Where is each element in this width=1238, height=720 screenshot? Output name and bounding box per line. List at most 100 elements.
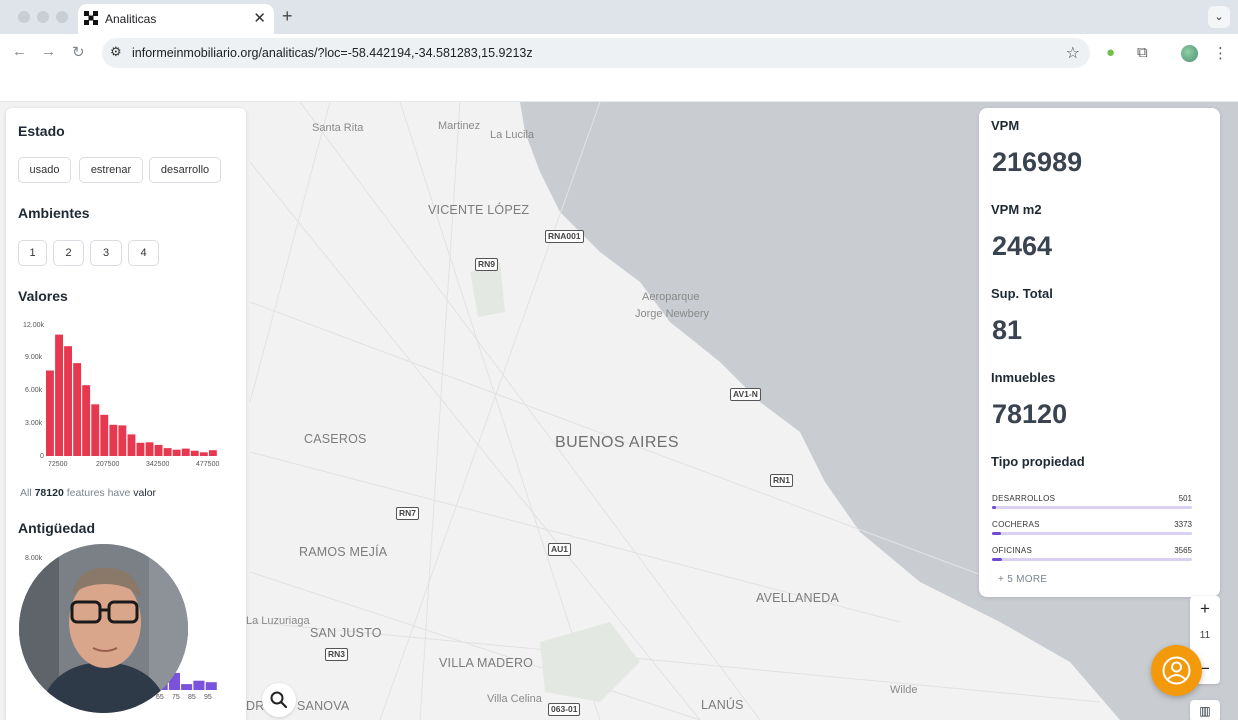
histogram-bar[interactable] xyxy=(205,682,217,690)
histogram-bar[interactable] xyxy=(100,414,109,456)
url-text[interactable]: informeinmobiliario.org/analiticas/?loc=… xyxy=(132,46,533,60)
place-label: BUENOS AIRES xyxy=(555,434,679,451)
sup-total-label: Sup. Total xyxy=(991,286,1053,301)
histogram-bar[interactable] xyxy=(55,334,63,456)
tab-search-chevron-icon[interactable]: ⌄ xyxy=(1208,6,1230,28)
place-label: RAMOS MEJÍA xyxy=(299,545,388,559)
profile-avatar[interactable] xyxy=(1181,45,1198,62)
histogram-bar[interactable] xyxy=(109,424,118,456)
histogram-bar[interactable] xyxy=(82,385,91,456)
ptype-row-cocheras[interactable]: COCHERAS 3373 xyxy=(992,520,1192,546)
place-label: Santa Rita xyxy=(312,122,364,134)
show-more-link[interactable]: + 5 MORE xyxy=(998,574,1047,585)
new-tab-button[interactable]: + xyxy=(282,6,293,27)
antiguedad-x-tick: 95 xyxy=(204,694,212,701)
ptype-count: 3373 xyxy=(1174,520,1192,529)
ptype-row-desarrollos[interactable]: DESARROLLOS 501 xyxy=(992,494,1192,520)
place-label: SANOVA xyxy=(297,699,350,713)
histogram-bar[interactable] xyxy=(64,346,72,456)
valores-y-tick: 12.00k xyxy=(23,322,45,329)
histogram-bar[interactable] xyxy=(199,452,208,456)
estado-estrenar-chip[interactable]: estrenar xyxy=(79,157,143,183)
map-layers-icon[interactable]: ▥ xyxy=(1190,700,1220,720)
valores-x-tick: 207500 xyxy=(96,461,120,468)
road-shield: AU1 xyxy=(548,543,572,556)
place-label: VICENTE LÓPEZ xyxy=(428,203,530,217)
ptype-bar-fill xyxy=(992,532,1001,535)
place-label: La Lucila xyxy=(490,129,535,141)
place-label: Aeroparque xyxy=(642,291,700,303)
note-prefix: All xyxy=(20,487,32,499)
reload-icon[interactable]: ↻ xyxy=(72,43,85,61)
forward-arrow-icon[interactable]: → xyxy=(41,43,56,60)
tab-close-icon[interactable]: ✕ xyxy=(253,9,266,27)
estado-usado-chip[interactable]: usado xyxy=(18,157,71,183)
ambientes-2-chip[interactable]: 2 xyxy=(53,240,84,266)
valores-features-note: All 78120 features have valor xyxy=(20,487,156,499)
browser-menu-icon[interactable]: ⋮ xyxy=(1213,44,1228,62)
place-label: LANÚS xyxy=(701,698,744,712)
ptype-row-oficinas[interactable]: OFICINAS 3565 xyxy=(992,546,1192,572)
histogram-bar[interactable] xyxy=(190,450,199,456)
map-search-button[interactable] xyxy=(262,683,296,717)
histogram-bar[interactable] xyxy=(118,425,127,456)
address-bar[interactable]: ⚙ informeinmobiliario.org/analiticas/?lo… xyxy=(102,38,1090,68)
road-shield: RNA001 xyxy=(545,230,584,243)
histogram-bar[interactable] xyxy=(154,444,163,456)
stats-panel: VPM 216989 VPM m2 2464 Sup. Total 81 Inm… xyxy=(979,108,1220,597)
road-shield: AV1-N xyxy=(730,388,761,401)
back-arrow-icon[interactable]: ← xyxy=(12,43,27,60)
vpm-m2-value: 2464 xyxy=(992,231,1053,261)
place-label: Villa Celina xyxy=(487,693,542,705)
ambientes-3-chip[interactable]: 3 xyxy=(90,240,122,266)
webcam-overlay xyxy=(19,544,188,713)
tab-title: Analiticas xyxy=(105,12,157,26)
park-area xyxy=(540,622,640,702)
histogram-bar[interactable] xyxy=(145,442,154,456)
histogram-bar[interactable] xyxy=(73,363,82,456)
ambientes-title: Ambientes xyxy=(18,205,90,221)
extension-leaf-icon[interactable]: ● xyxy=(1106,44,1115,61)
extensions-puzzle-icon[interactable]: ⧉ xyxy=(1137,44,1148,61)
place-label: SAN JUSTO xyxy=(310,626,382,640)
histogram-bar[interactable] xyxy=(181,684,193,690)
antiguedad-x-tick: 85 xyxy=(188,694,196,701)
window-zoom-dot[interactable] xyxy=(56,11,68,23)
browser-toolbar: ← → ↻ ⚙ informeinmobiliario.org/analitic… xyxy=(0,34,1238,72)
histogram-bar[interactable] xyxy=(193,680,205,690)
histogram-bar[interactable] xyxy=(208,450,217,456)
bookmark-star-icon[interactable]: ☆ xyxy=(1066,43,1080,63)
ptype-bar-fill xyxy=(992,506,996,509)
histogram-bar[interactable] xyxy=(172,449,181,456)
estado-desarrollo-chip[interactable]: desarrollo xyxy=(149,157,221,183)
valores-title: Valores xyxy=(18,288,68,304)
browser-tab-bar: Analiticas ✕ + ⌄ xyxy=(0,0,1238,34)
histogram-bar[interactable] xyxy=(163,448,172,456)
place-label: AVELLANEDA xyxy=(756,591,840,605)
histogram-bar[interactable] xyxy=(136,442,145,456)
histogram-bar[interactable] xyxy=(127,434,136,456)
place-label: La Luzuriaga xyxy=(246,615,310,627)
histogram-bar[interactable] xyxy=(91,404,100,456)
ambientes-1-chip[interactable]: 1 xyxy=(18,240,47,266)
place-label: Wilde xyxy=(890,684,918,696)
support-chat-button[interactable] xyxy=(1151,645,1202,696)
valores-y-tick: 6.00k xyxy=(25,387,43,394)
ambientes-4-chip[interactable]: 4 xyxy=(128,240,159,266)
road-shield: RN7 xyxy=(396,507,420,520)
zoom-level-readout: 11 xyxy=(1199,630,1211,641)
window-close-dot[interactable] xyxy=(18,11,30,23)
place-label: Jorge Newbery xyxy=(635,308,709,320)
site-settings-icon[interactable]: ⚙ xyxy=(110,44,122,60)
note-count: 78120 xyxy=(34,487,64,499)
valores-histogram[interactable] xyxy=(46,322,218,458)
search-icon xyxy=(270,691,288,709)
histogram-bar[interactable] xyxy=(46,370,54,457)
zoom-in-button[interactable]: + xyxy=(1190,596,1220,622)
browser-tab-analiticas[interactable]: Analiticas ✕ xyxy=(78,4,274,34)
window-minimize-dot[interactable] xyxy=(37,11,49,23)
ptype-bar-track xyxy=(992,532,1192,535)
presenter-face-image xyxy=(19,544,188,713)
inmuebles-label: Inmuebles xyxy=(991,370,1056,385)
histogram-bar[interactable] xyxy=(181,448,190,456)
